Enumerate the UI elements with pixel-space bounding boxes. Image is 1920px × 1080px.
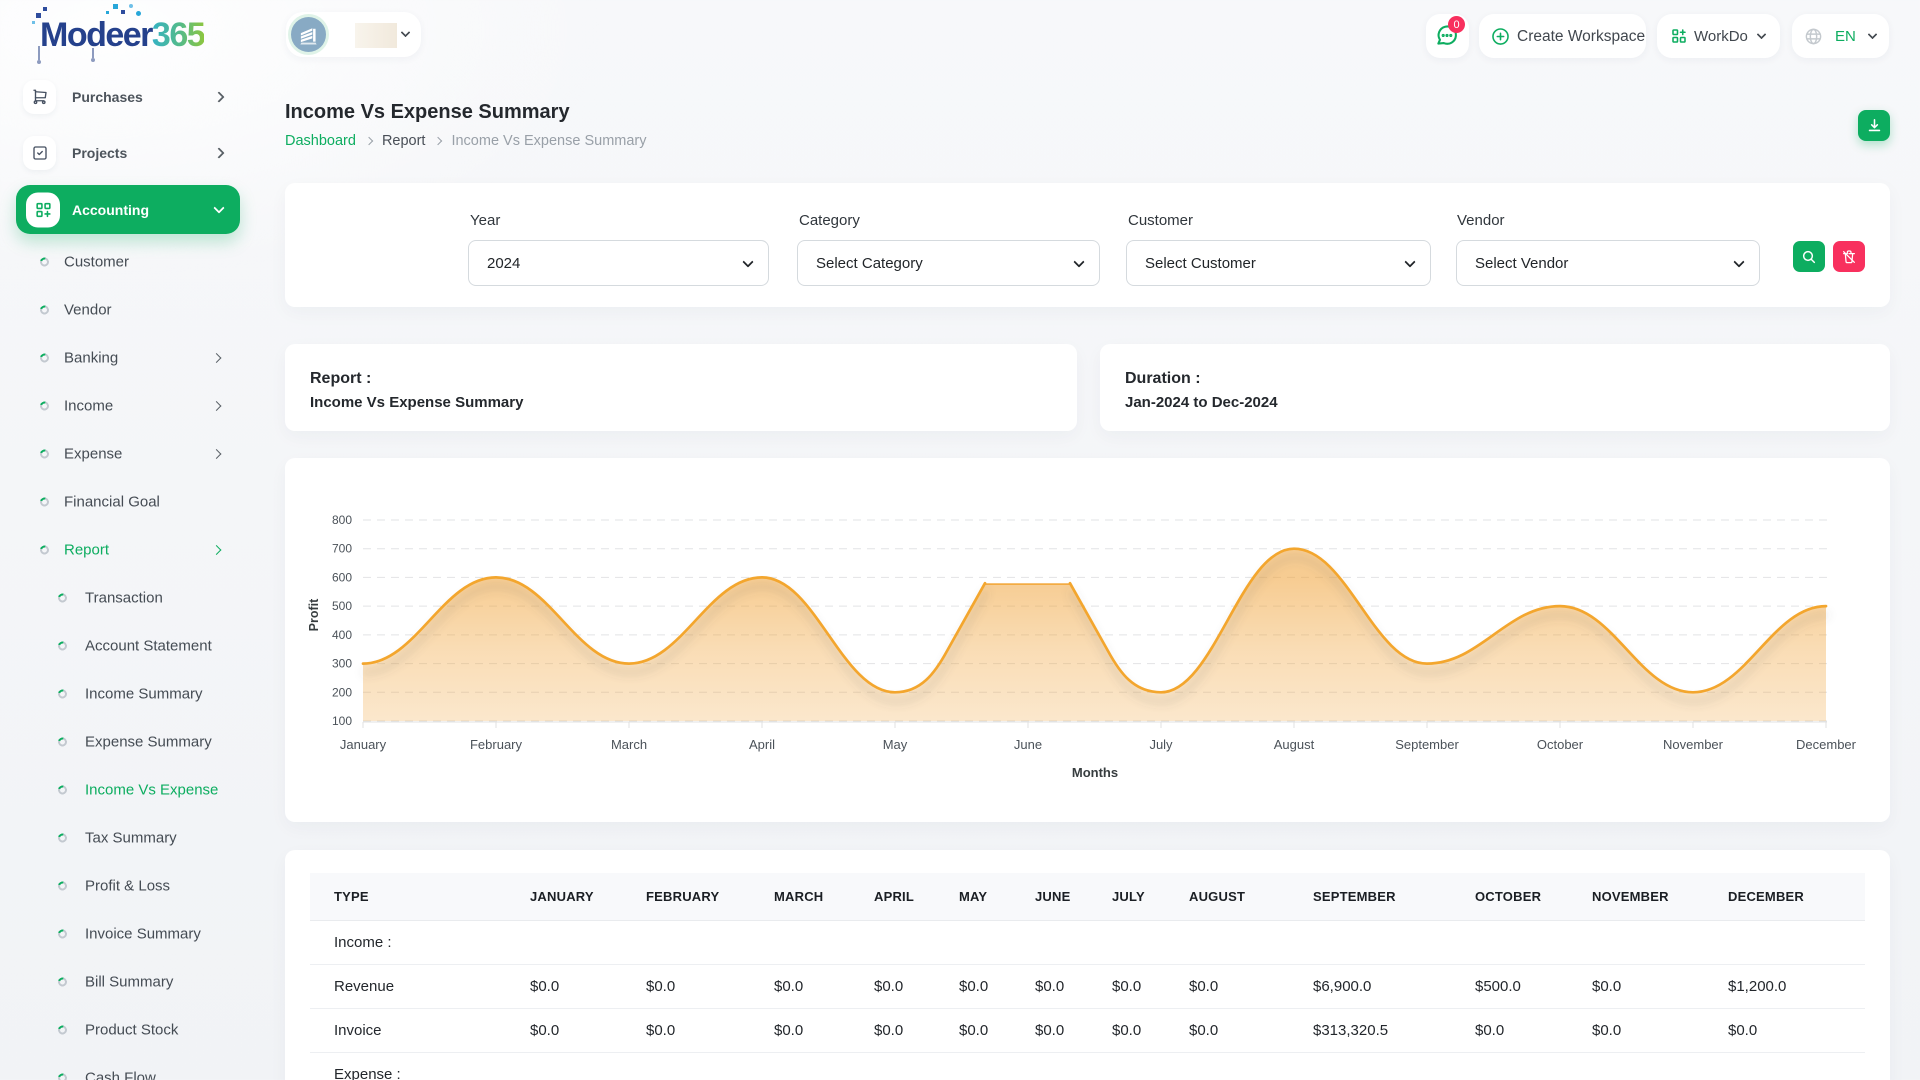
svg-text:200: 200	[332, 685, 352, 699]
svg-text:February: February	[470, 737, 523, 752]
svg-text:800: 800	[332, 513, 352, 527]
svg-text:300: 300	[332, 657, 352, 671]
svg-text:January: January	[340, 737, 387, 752]
svg-text:December: December	[1796, 737, 1857, 752]
svg-text:June: June	[1014, 737, 1042, 752]
svg-text:400: 400	[332, 628, 352, 642]
svg-text:April: April	[749, 737, 775, 752]
svg-text:700: 700	[332, 542, 352, 556]
svg-text:September: September	[1395, 737, 1459, 752]
svg-text:Profit: Profit	[307, 598, 321, 631]
svg-text:100: 100	[332, 714, 352, 728]
svg-text:November: November	[1663, 737, 1724, 752]
svg-text:March: March	[611, 737, 647, 752]
svg-text:October: October	[1537, 737, 1584, 752]
svg-text:May: May	[883, 737, 908, 752]
svg-text:500: 500	[332, 599, 352, 613]
svg-text:600: 600	[332, 570, 352, 584]
svg-text:August: August	[1274, 737, 1315, 752]
svg-text:July: July	[1149, 737, 1173, 752]
svg-text:Months: Months	[1072, 765, 1118, 780]
